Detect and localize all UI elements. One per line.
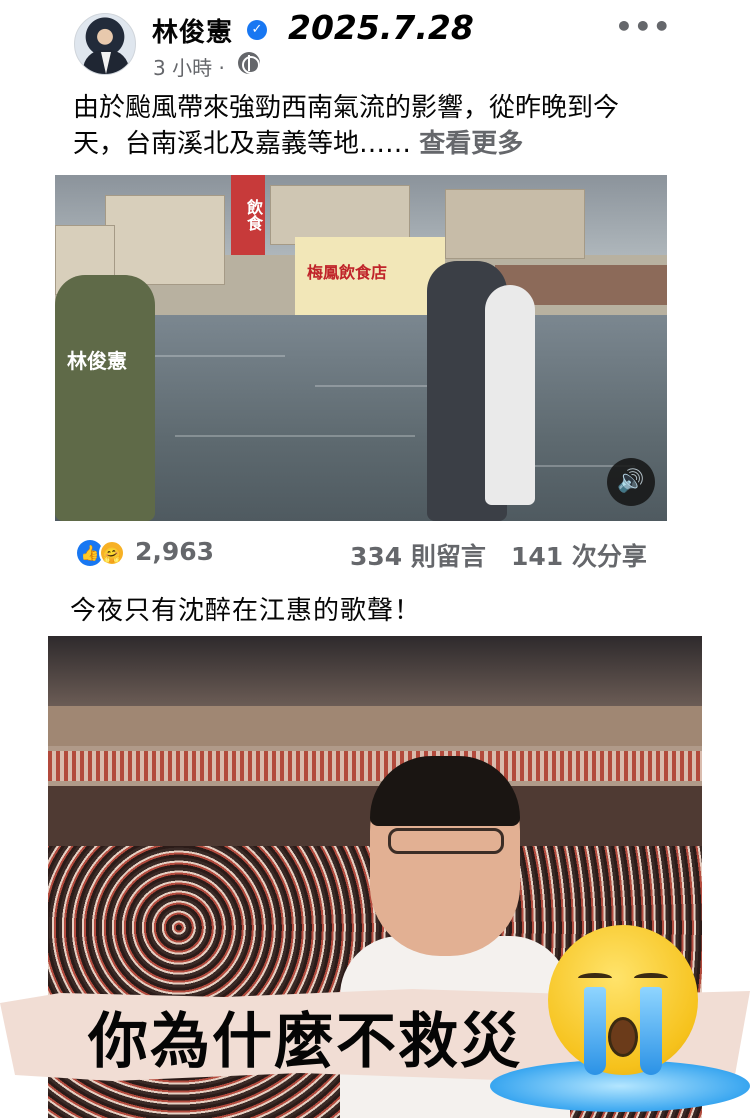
see-more-link[interactable]: 查看更多 <box>419 129 523 159</box>
care-reaction-icon: 🤗 <box>99 540 125 566</box>
water-ripple <box>175 435 415 437</box>
date-overlay: 2025.7.28 <box>288 8 474 47</box>
post-time[interactable]: 3 小時 · <box>153 52 225 81</box>
post-text: 由於颱風帶來強勁西南氣流的影響，從昨晚到今天，台南溪北及嘉義等地…… 查看更多 <box>73 90 653 162</box>
post-body: 由於颱風帶來強勁西南氣流的影響，從昨晚到今天，台南溪北及嘉義等地…… <box>73 93 620 159</box>
building <box>105 195 225 285</box>
restaurant-sign: 梅鳳飲食店 <box>307 263 388 282</box>
building <box>445 189 585 259</box>
restaurant-banner: 飲食 <box>231 175 265 255</box>
selfie-person-glasses <box>388 828 504 854</box>
emoji-tear <box>584 987 606 1075</box>
flood-video[interactable]: 飲食 梅鳳飲食店 林俊憲 🔊 <box>55 175 667 521</box>
emoji-mouth <box>608 1017 638 1057</box>
emoji-eye <box>634 973 668 983</box>
staff-person: 林俊憲 <box>55 275 155 521</box>
banner-text: 你為什麼不救災 <box>88 1007 522 1077</box>
emoji-tear <box>640 987 662 1075</box>
raincoat-person <box>485 285 535 505</box>
crying-face-icon <box>548 925 698 1075</box>
arena-stand <box>48 751 702 781</box>
vest-label: 林俊憲 <box>67 349 127 373</box>
globe-icon <box>238 52 260 74</box>
author-avatar[interactable] <box>74 13 136 75</box>
speaker-icon[interactable]: 🔊 <box>607 458 655 506</box>
arena-stand <box>48 706 702 746</box>
arena-roof <box>48 636 702 706</box>
verified-badge-icon: ✓ <box>247 20 267 40</box>
concert-caption-box: 今夜只有沈醉在江惠的歌聲！ <box>48 578 702 636</box>
comment-count[interactable]: 334 則留言 <box>350 537 486 573</box>
more-options-icon[interactable]: ••• <box>615 10 672 43</box>
concert-caption: 今夜只有沈醉在江惠的歌聲！ <box>70 596 422 626</box>
post-stats: 👍 🤗 2,963 334 則留言 141 次分享 <box>55 535 667 573</box>
reaction-count[interactable]: 2,963 <box>135 537 214 566</box>
emoji-eye <box>578 973 612 983</box>
building <box>270 185 410 245</box>
facebook-post: 林俊憲 ✓ 2025.7.28 ••• 3 小時 · 由於颱風帶來強勁西南氣流的… <box>55 0 671 578</box>
share-count[interactable]: 141 次分享 <box>511 537 647 573</box>
author-name[interactable]: 林俊憲 <box>152 12 233 49</box>
